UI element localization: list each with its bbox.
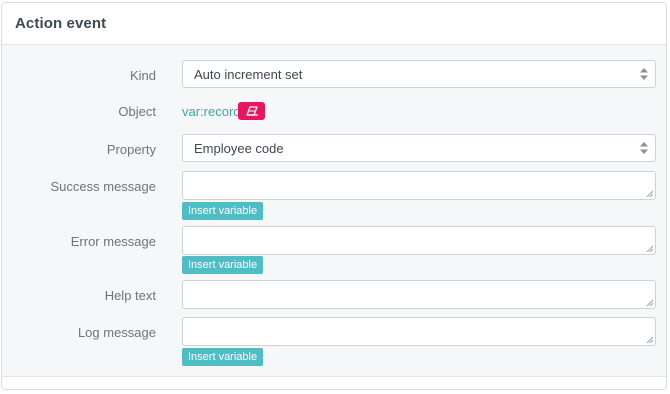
kind-select-value: Auto increment set xyxy=(194,66,303,82)
resize-handle-icon[interactable] xyxy=(646,299,653,306)
resize-handle-icon[interactable] xyxy=(646,245,653,252)
select-arrows-icon xyxy=(640,68,648,80)
help-text-label: Help text xyxy=(104,288,156,303)
property-select[interactable]: Employee code xyxy=(182,134,656,162)
kind-label: Kind xyxy=(129,68,156,83)
resize-handle-icon[interactable] xyxy=(646,336,653,343)
error-message-insert-variable-button[interactable]: Insert variable xyxy=(182,256,264,274)
action-event-panel: Action event Kind Auto increment set Obj… xyxy=(1,2,667,390)
resize-handle-icon[interactable] xyxy=(646,190,653,197)
property-select-value: Employee code xyxy=(194,140,284,156)
select-arrows-icon xyxy=(640,142,648,154)
success-message-label: Success message xyxy=(50,179,157,194)
kind-select[interactable]: Auto increment set xyxy=(182,60,656,88)
success-message-textarea[interactable] xyxy=(182,171,656,200)
error-message-label: Error message xyxy=(70,234,156,249)
help-text-textarea[interactable] xyxy=(182,280,656,309)
property-label: Property xyxy=(106,142,156,157)
error-message-textarea[interactable] xyxy=(182,226,656,255)
eraser-icon xyxy=(245,106,258,116)
object-link[interactable]: var:record xyxy=(182,104,241,119)
panel-title: Action event xyxy=(15,15,107,32)
success-message-insert-variable-button[interactable]: Insert variable xyxy=(182,202,264,220)
panel-footer xyxy=(2,376,666,389)
object-label: Object xyxy=(118,104,156,119)
clear-object-button[interactable] xyxy=(238,102,265,120)
log-message-insert-variable-button[interactable]: Insert variable xyxy=(182,348,264,366)
panel-header: Action event xyxy=(2,3,666,45)
log-message-label: Log message xyxy=(77,325,156,340)
log-message-textarea[interactable] xyxy=(182,317,656,346)
